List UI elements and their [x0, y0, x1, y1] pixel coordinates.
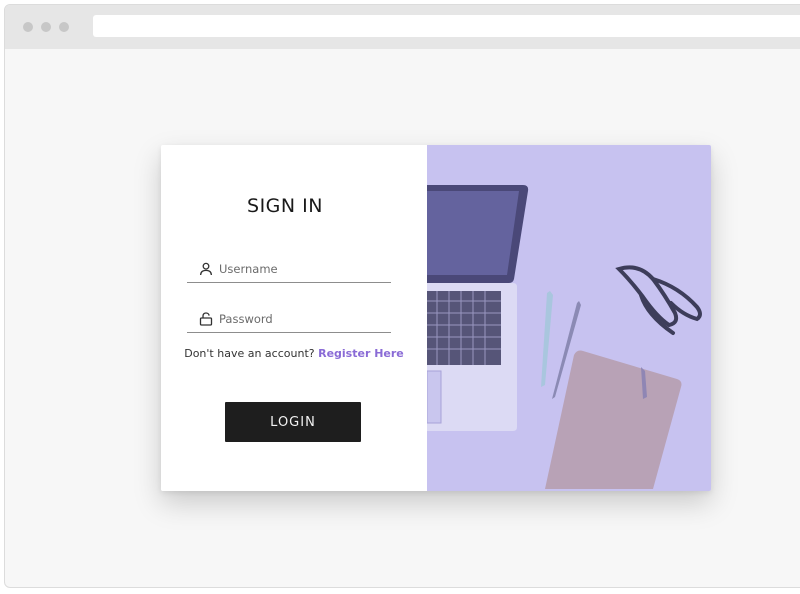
window-maximize-dot[interactable] — [59, 22, 69, 32]
username-field — [187, 257, 391, 283]
lock-icon — [199, 312, 213, 326]
page-title: SIGN IN — [247, 195, 323, 217]
hero-image — [427, 145, 711, 491]
window-minimize-dot[interactable] — [41, 22, 51, 32]
user-icon — [199, 262, 213, 276]
login-button[interactable]: LOGIN — [225, 402, 361, 442]
register-link[interactable]: Register Here — [318, 347, 404, 360]
signin-card: SIGN IN Don't have an account? Register … — [161, 145, 711, 491]
password-field — [187, 307, 391, 333]
browser-window: SIGN IN Don't have an account? Register … — [4, 4, 800, 588]
browser-titlebar — [5, 5, 800, 49]
username-input[interactable] — [219, 259, 387, 279]
window-close-dot[interactable] — [23, 22, 33, 32]
register-prompt-text: Don't have an account? — [184, 347, 315, 360]
signin-form-panel: SIGN IN Don't have an account? Register … — [161, 145, 427, 491]
address-bar[interactable] — [93, 15, 800, 37]
desk-illustration — [427, 185, 702, 489]
register-prompt: Don't have an account? Register Here — [161, 347, 427, 360]
password-input[interactable] — [219, 309, 387, 329]
